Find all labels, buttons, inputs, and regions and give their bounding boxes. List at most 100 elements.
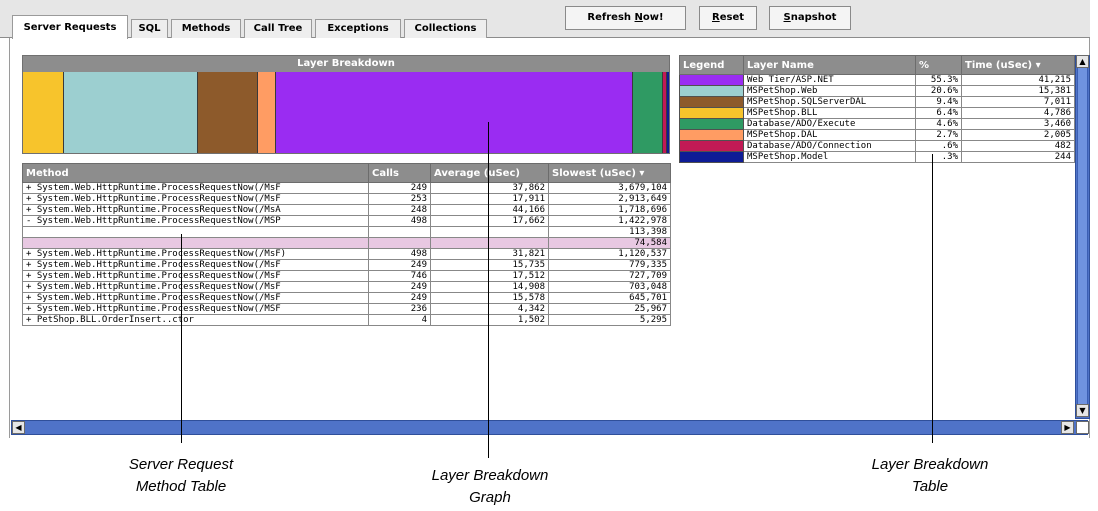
layer-table-caption-line-2: Table: [911, 478, 949, 495]
method-cell: + System.Web.HttpRuntime.ProcessRequestN…: [22, 270, 369, 282]
layer-segment: [64, 72, 198, 153]
method-table-row[interactable]: + System.Web.HttpRuntime.ProcessRequestN…: [22, 303, 671, 315]
layer-table-row[interactable]: MSPetShop.DAL 2.7% 2,005: [679, 129, 1075, 141]
layer-name-cell: MSPetShop.DAL: [743, 129, 916, 141]
snapshot-button[interactable]: Snapshot: [769, 6, 851, 30]
slowest-cell: 1,718,696: [548, 204, 671, 216]
average-cell: 4,342: [430, 303, 549, 315]
tab-methods[interactable]: Methods: [171, 19, 241, 38]
legend-swatch: [679, 118, 744, 130]
time-column-header[interactable]: Time (uSec) ▾: [961, 55, 1075, 75]
layer-name-column-header[interactable]: Layer Name: [743, 55, 916, 75]
method-table-row[interactable]: + System.Web.HttpRuntime.ProcessRequestN…: [22, 193, 671, 205]
average-cell: 1,502: [430, 314, 549, 326]
layer-segment: [197, 72, 259, 153]
calls-cell: 249: [368, 182, 431, 194]
vertical-scrollbar-thumb[interactable]: [1077, 66, 1088, 406]
layer-table-row[interactable]: Database/ADO/Execute 4.6% 3,460: [679, 118, 1075, 130]
method-table-row[interactable]: + System.Web.HttpRuntime.ProcessRequestN…: [22, 182, 671, 194]
graph-caption-line-2: Graph: [469, 489, 511, 506]
average-cell: [430, 237, 549, 249]
time-cell: 244: [961, 151, 1075, 163]
calls-cell: 249: [368, 259, 431, 271]
layer-table-row[interactable]: MSPetShop.BLL 6.4% 4,786: [679, 107, 1075, 119]
time-cell: 41,215: [961, 74, 1075, 86]
horizontal-scrollbar[interactable]: [11, 420, 1088, 435]
time-cell: 7,011: [961, 96, 1075, 108]
layer-name-cell: MSPetShop.Model: [743, 151, 916, 163]
percent-cell: 20.6%: [915, 85, 962, 97]
percent-cell: .6%: [915, 140, 962, 152]
time-cell: 15,381: [961, 85, 1075, 97]
average-cell: 17,512: [430, 270, 549, 282]
layer-table-row[interactable]: Database/ADO/Connection .6% 482: [679, 140, 1075, 152]
average-cell: 14,908: [430, 281, 549, 293]
percent-cell: 55.3%: [915, 74, 962, 86]
refresh-now-button[interactable]: Refresh Now!: [565, 6, 686, 30]
method-table-row[interactable]: 113,398: [22, 226, 671, 238]
layer-name-cell: MSPetShop.Web: [743, 85, 916, 97]
method-cell: + System.Web.HttpRuntime.ProcessRequestN…: [22, 193, 369, 205]
method-table-row[interactable]: + System.Web.HttpRuntime.ProcessRequestN…: [22, 259, 671, 271]
percent-column-header[interactable]: %: [915, 55, 962, 75]
scroll-corner: [1076, 421, 1089, 434]
method-cell: + System.Web.HttpRuntime.ProcessRequestN…: [22, 281, 369, 293]
average-cell: 44,166: [430, 204, 549, 216]
average-cell: 37,862: [430, 182, 549, 194]
layer-breakdown-bars: [23, 72, 669, 153]
legend-swatch: [679, 140, 744, 152]
layer-segment: [23, 72, 65, 153]
average-cell: [430, 226, 549, 238]
slowest-cell: 779,335: [548, 259, 671, 271]
slowest-cell: 5,295: [548, 314, 671, 326]
tab-server-requests[interactable]: Server Requests: [12, 15, 128, 39]
layer-table-row[interactable]: Web Tier/ASP.NET 55.3% 41,215: [679, 74, 1075, 86]
method-table-row[interactable]: + System.Web.HttpRuntime.ProcessRequestN…: [22, 248, 671, 260]
layer-table-row[interactable]: MSPetShop.Model .3% 244: [679, 151, 1075, 163]
method-table-caption: Server Request Method Table: [86, 454, 276, 498]
method-table-row[interactable]: 74,584: [22, 237, 671, 249]
method-table-row[interactable]: + PetShop.BLL.OrderInsert..ctor 4 1,502 5,2…: [22, 314, 671, 326]
legend-swatch: [679, 151, 744, 163]
layer-name-cell: Database/ADO/Connection: [743, 140, 916, 152]
method-table-row[interactable]: + System.Web.HttpRuntime.ProcessRequestN…: [22, 281, 671, 293]
tab-exceptions[interactable]: Exceptions: [315, 19, 401, 38]
method-cell: + System.Web.HttpRuntime.ProcessRequestN…: [22, 248, 369, 260]
slowest-cell: 25,967: [548, 303, 671, 315]
method-table-row[interactable]: - System.Web.HttpRuntime.ProcessRequestN…: [22, 215, 671, 227]
scroll-right-arrow-icon[interactable]: ▶: [1061, 421, 1074, 434]
layer-table-caption-line-1: Layer Breakdown: [871, 456, 989, 473]
layer-name-cell: MSPetShop.BLL: [743, 107, 916, 119]
slowest-cell: 2,913,649: [548, 193, 671, 205]
method-column-header[interactable]: Method: [22, 163, 369, 183]
calls-column-header[interactable]: Calls: [368, 163, 431, 183]
calls-cell: 498: [368, 215, 431, 227]
method-cell: + PetShop.BLL.OrderInsert..ctor: [22, 314, 369, 326]
method-table-row[interactable]: + System.Web.HttpRuntime.ProcessRequestN…: [22, 292, 671, 304]
tab-call-tree[interactable]: Call Tree: [244, 19, 312, 38]
layer-table-row[interactable]: MSPetShop.SQLServerDAL 9.4% 7,011: [679, 96, 1075, 108]
slowest-cell: 1,120,537: [548, 248, 671, 260]
reset-button[interactable]: Reset: [699, 6, 757, 30]
scroll-down-arrow-icon[interactable]: ▼: [1076, 404, 1089, 417]
tab-collections[interactable]: Collections: [404, 19, 487, 38]
method-table-row[interactable]: + System.Web.HttpRuntime.ProcessRequestN…: [22, 270, 671, 282]
scroll-up-arrow-icon[interactable]: ▲: [1076, 55, 1089, 68]
refresh-accel-key: N: [634, 12, 643, 23]
time-cell: 4,786: [961, 107, 1075, 119]
average-column-header[interactable]: Average (uSec): [430, 163, 549, 183]
method-cell: + System.Web.HttpRuntime.ProcessRequestN…: [22, 182, 369, 194]
tab-sql[interactable]: SQL: [131, 19, 168, 38]
slowest-column-header[interactable]: Slowest (uSec) ▾: [548, 163, 671, 183]
time-cell: 3,460: [961, 118, 1075, 130]
layer-table-caption: Layer Breakdown Table: [825, 454, 1035, 498]
layer-breakdown-graph: Layer Breakdown: [22, 55, 670, 154]
snapshot-accel-key: S: [783, 12, 791, 23]
average-cell: 15,578: [430, 292, 549, 304]
layer-table-row[interactable]: MSPetShop.Web 20.6% 15,381: [679, 85, 1075, 97]
method-table-row[interactable]: + System.Web.HttpRuntime.ProcessRequestN…: [22, 204, 671, 216]
legend-column-header[interactable]: Legend: [679, 55, 744, 75]
scroll-left-arrow-icon[interactable]: ◀: [12, 421, 25, 434]
calls-cell: 4: [368, 314, 431, 326]
time-cell: 2,005: [961, 129, 1075, 141]
